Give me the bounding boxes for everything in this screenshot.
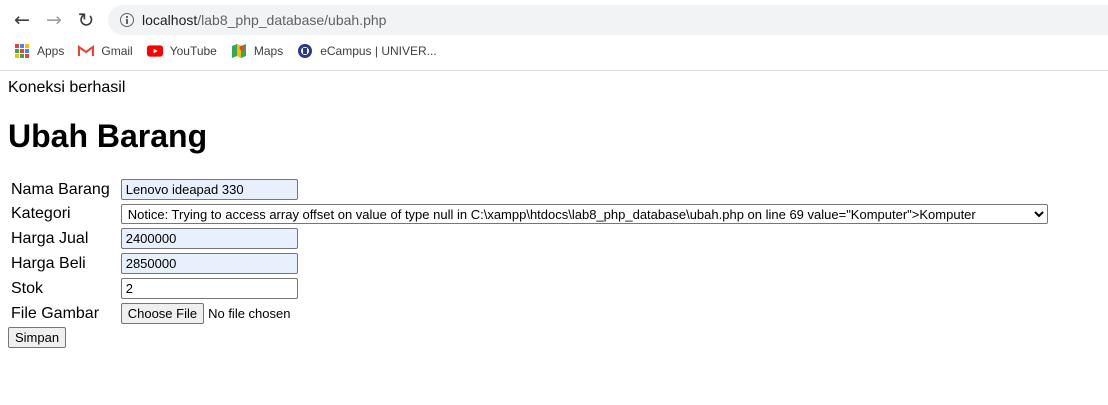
stok-input[interactable] <box>120 278 298 299</box>
info-icon[interactable] <box>120 13 134 27</box>
kategori-select[interactable]: Notice: Trying to access array offset on… <box>120 204 1048 224</box>
bookmark-youtube[interactable]: YouTube <box>146 43 217 59</box>
kategori-label: Kategori <box>11 205 71 222</box>
harga-beli-label: Harga Beli <box>11 254 86 272</box>
form-row-stok: Stok <box>10 277 1049 300</box>
stok-label: Stok <box>11 279 44 297</box>
bookmark-label: YouTube <box>169 44 217 58</box>
youtube-icon <box>146 43 163 59</box>
bookmark-label: Apps <box>37 44 65 58</box>
form-row-file: File Gambar Choose File No file chosen <box>10 302 1049 325</box>
ecampus-icon <box>297 43 313 59</box>
gmail-icon <box>78 43 95 59</box>
bookmark-maps[interactable]: Maps <box>231 43 283 59</box>
address-bar[interactable]: localhost/lab8_php_database/ubah.php <box>108 5 1108 35</box>
page-title: Ubah Barang <box>8 118 208 154</box>
file-gambar-label: File Gambar <box>11 304 100 322</box>
bookmark-gmail[interactable]: Gmail <box>78 43 133 59</box>
form-row-kategori: Kategori Notice: Trying to access array … <box>10 203 1049 225</box>
simpan-button[interactable]: Simpan <box>8 327 67 348</box>
form-row-nama: Nama Barang <box>10 178 1049 201</box>
connection-status: Koneksi berhasil <box>8 79 126 96</box>
forward-arrow-icon[interactable]: → <box>42 8 66 32</box>
bookmark-label: eCampus | UNIVER... <box>320 44 437 58</box>
page-content: Koneksi berhasil Ubah Barang Nama Barang… <box>8 71 1108 348</box>
bookmark-label: Gmail <box>101 44 133 58</box>
form-row-harga-jual: Harga Jual <box>10 227 1049 250</box>
bookmark-ecampus[interactable]: eCampus | UNIVER... <box>297 43 437 59</box>
maps-icon <box>231 43 247 59</box>
bookmark-apps[interactable]: Apps <box>14 43 64 59</box>
bookmarks-bar: Apps Gmail YouTube Maps eCampus | UNIVER… <box>0 40 451 62</box>
url-text[interactable]: localhost/lab8_php_database/ubah.php <box>142 12 386 28</box>
choose-file-button[interactable]: Choose File <box>120 303 205 324</box>
nama-barang-input[interactable] <box>120 179 298 200</box>
form-row-harga-beli: Harga Beli <box>10 252 1049 275</box>
harga-beli-input[interactable] <box>120 253 298 274</box>
form-table: Nama Barang Kategori Notice: Trying to a… <box>8 176 1051 327</box>
bookmark-label: Maps <box>253 44 284 58</box>
harga-jual-input[interactable] <box>120 228 298 249</box>
reload-icon[interactable]: ↻ <box>74 8 98 32</box>
url-path: /lab8_php_database/ubah.php <box>197 12 387 28</box>
edit-item-form: Nama Barang Kategori Notice: Trying to a… <box>8 176 1108 348</box>
harga-jual-label: Harga Jual <box>11 229 89 247</box>
browser-chrome: ← → ↻ localhost/lab8_php_database/ubah.p… <box>0 0 1108 71</box>
apps-grid-icon <box>14 43 30 59</box>
file-status: No file chosen <box>208 306 291 321</box>
url-host: localhost <box>142 12 198 28</box>
nama-barang-label: Nama Barang <box>11 180 110 198</box>
back-arrow-icon[interactable]: ← <box>10 8 34 32</box>
